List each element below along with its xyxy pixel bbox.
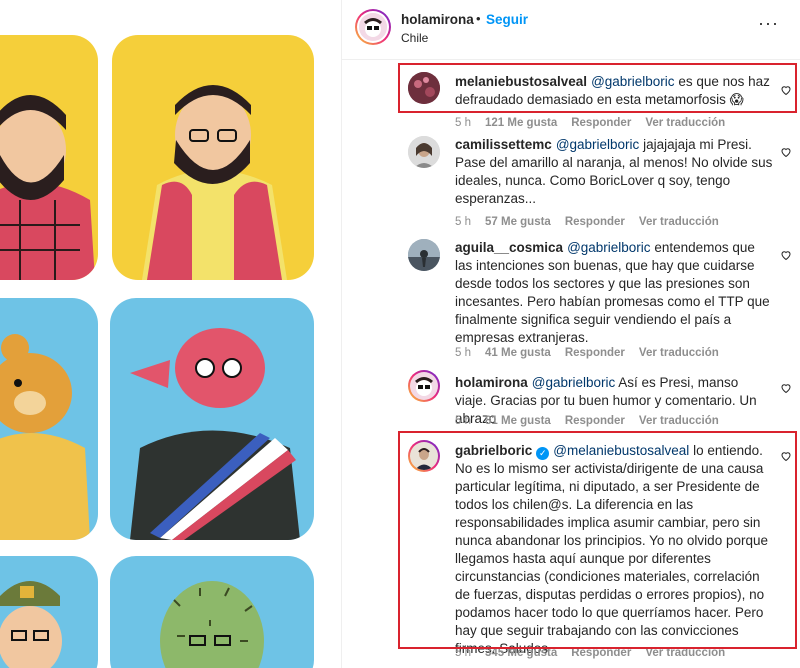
like-heart-icon[interactable] <box>780 146 792 158</box>
post-illustration <box>0 0 341 668</box>
comment-time[interactable]: 5 h <box>455 216 471 228</box>
reply-button[interactable]: Responder <box>565 415 625 427</box>
commenter-avatar[interactable] <box>408 239 440 271</box>
illustration-tile-bearded-man-plaid <box>0 35 98 280</box>
translate-button[interactable]: Ver traducción <box>639 216 719 228</box>
commenter-avatar[interactable] <box>408 136 440 168</box>
header-separator: • <box>476 11 481 26</box>
comment-username[interactable]: camilissettemc <box>455 137 552 152</box>
illustration-tile-bear-yellow-coat <box>0 298 98 540</box>
comment-mention[interactable]: @gabrielboric <box>567 240 651 255</box>
follow-button[interactable]: Seguir <box>486 12 528 27</box>
author-avatar[interactable] <box>355 9 391 45</box>
comment-likes[interactable]: 57 Me gusta <box>485 216 551 228</box>
highlight-box-first-comment <box>398 63 797 113</box>
comment-username[interactable]: holamirona <box>455 375 528 390</box>
comment-text: camilissettemc @gabrielboric jajajajaja m… <box>455 136 773 208</box>
translate-button[interactable]: Ver traducción <box>645 117 725 129</box>
comment-mention[interactable]: @gabrielboric <box>556 137 640 152</box>
comment-username[interactable]: aguila__cosmica <box>455 240 563 255</box>
post-panel: holamirona • Seguir Chile ··· melaniebus… <box>341 0 800 668</box>
like-heart-icon[interactable] <box>780 382 792 394</box>
comment-likes[interactable]: 81 Me gusta <box>485 415 551 427</box>
reply-button[interactable]: Responder <box>565 347 625 359</box>
reply-button[interactable]: Responder <box>565 216 625 228</box>
comment-body: entendemos que las intenciones son buena… <box>455 240 770 345</box>
comment-meta: 5 h 41 Me gusta Responder Ver traducción <box>455 347 733 359</box>
illustration-tile-man-red-vest <box>112 35 314 280</box>
commenter-avatar[interactable] <box>408 370 440 402</box>
comment-meta: 5 h 121 Me gusta Responder Ver traducción <box>455 117 739 129</box>
illustration-tile-uniform-cap <box>0 556 98 668</box>
comment-meta: 5 h 81 Me gusta Responder Ver traducción <box>455 415 733 427</box>
comment-time[interactable]: 5 h <box>455 117 471 129</box>
comment-mention[interactable]: @gabrielboric <box>532 375 616 390</box>
comment-likes[interactable]: 41 Me gusta <box>485 347 551 359</box>
illustration-tile-cactus <box>110 556 314 668</box>
post-location[interactable]: Chile <box>401 31 428 45</box>
comment-text: aguila__cosmica @gabrielboric entendemos … <box>455 239 773 347</box>
comment-time[interactable]: 5 h <box>455 347 471 359</box>
comment-meta: 5 h 57 Me gusta Responder Ver traducción <box>455 216 733 228</box>
illustration-tile-fish-head-sash <box>110 298 314 540</box>
comment-likes[interactable]: 121 Me gusta <box>485 117 557 129</box>
more-options-button[interactable]: ··· <box>758 13 779 34</box>
comment-time[interactable]: 5 h <box>455 415 471 427</box>
highlight-box-reply-comment <box>398 431 797 649</box>
translate-button[interactable]: Ver traducción <box>639 415 719 427</box>
like-heart-icon[interactable] <box>780 249 792 261</box>
post-header: holamirona • Seguir Chile ··· <box>342 0 800 60</box>
translate-button[interactable]: Ver traducción <box>639 347 719 359</box>
reply-button[interactable]: Responder <box>571 117 631 129</box>
author-username[interactable]: holamirona <box>401 12 474 27</box>
